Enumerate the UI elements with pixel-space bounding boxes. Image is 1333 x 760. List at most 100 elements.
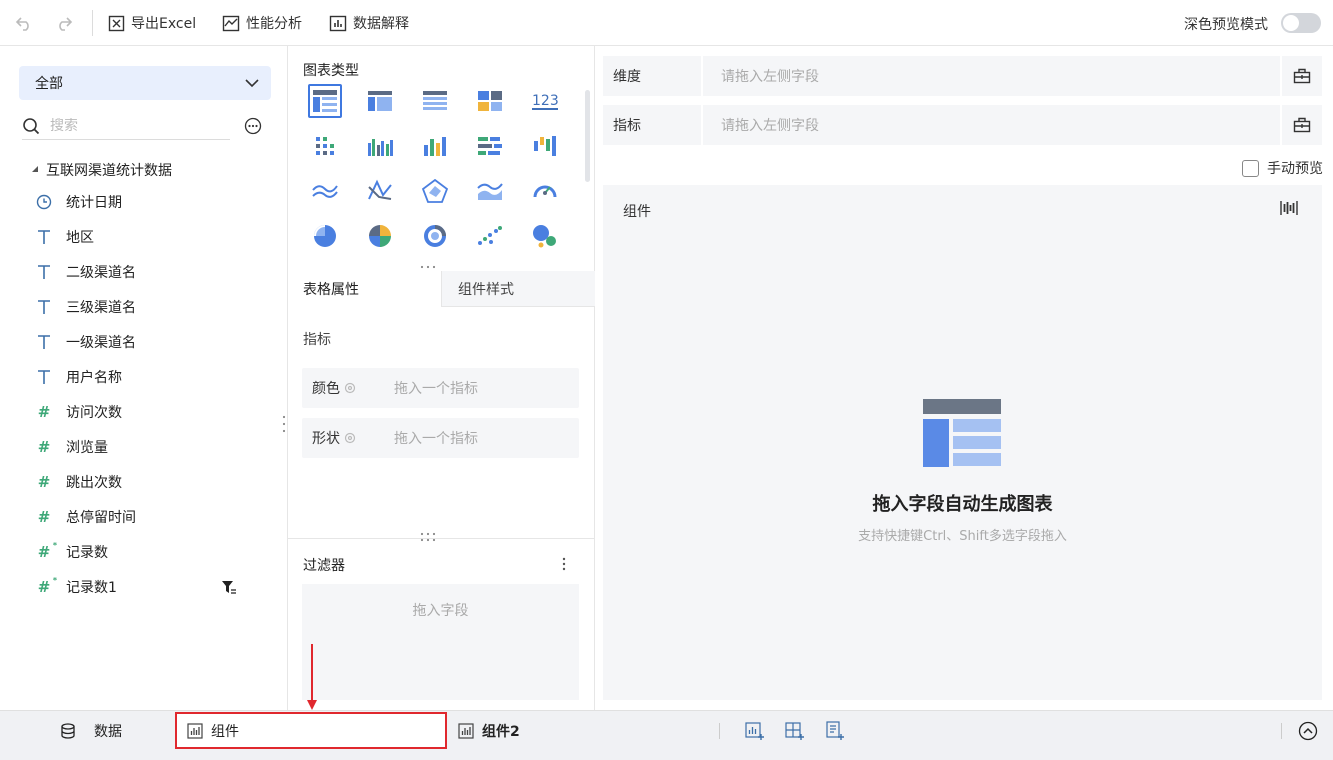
gear-icon[interactable] [344, 382, 356, 394]
data-panel: 全部 互联网渠道统计数据 统计日期 地区 二级渠道名 三级渠道名 一级渠道名 [0, 46, 291, 710]
checkbox-box[interactable] [1242, 159, 1259, 177]
pie-chart-icon[interactable] [308, 219, 342, 253]
toolbar-divider [92, 10, 93, 36]
filter-placeholder: 拖入字段 [412, 603, 469, 619]
manual-preview-checkbox[interactable]: 手动预览 [1242, 158, 1323, 178]
shape-label: 形状 [312, 431, 340, 447]
text-type-icon [36, 299, 52, 315]
bar-chart-icon[interactable] [418, 129, 452, 163]
tab-table-properties[interactable]: 表格属性 [288, 271, 441, 307]
table-node[interactable]: 互联网渠道统计数据 [32, 160, 172, 180]
field-item[interactable]: # * 记录数 [36, 534, 256, 569]
dimension-settings-button[interactable] [1282, 56, 1322, 96]
manual-preview-label: 手动预览 [1267, 161, 1323, 177]
resize-dots-icon[interactable] [419, 532, 437, 542]
text-type-icon [36, 229, 52, 245]
metric-label: 指标 [603, 105, 701, 145]
component-title: 组件 [623, 204, 651, 220]
clock-icon [36, 194, 52, 210]
bubble-chart-icon[interactable] [528, 219, 562, 253]
tab-component-style[interactable]: 组件样式 [441, 271, 595, 307]
table-chart-icon[interactable] [308, 84, 342, 118]
component2-tab[interactable]: 组件2 [458, 711, 520, 751]
field-name: 一级渠道名 [66, 334, 136, 351]
field-name: 地区 [66, 229, 94, 246]
grouped-bar-chart-icon[interactable] [363, 129, 397, 163]
performance-icon [222, 15, 240, 31]
redo-icon[interactable] [52, 11, 76, 35]
add-dashboard-icon[interactable] [785, 721, 805, 741]
more-options-icon[interactable] [244, 117, 262, 135]
multi-pie-chart-icon[interactable] [363, 219, 397, 253]
data-tab[interactable]: 数据 [60, 711, 122, 751]
detail-table-icon[interactable] [418, 84, 452, 118]
ring-chart-icon[interactable] [418, 219, 452, 253]
waterfall-chart-icon[interactable] [528, 129, 562, 163]
bottom-bar: 数据 组件 组件2 [0, 710, 1333, 760]
field-item[interactable]: # 访问次数 [36, 394, 256, 429]
number-type-icon: # [37, 402, 51, 421]
field-item[interactable]: 三级渠道名 [36, 289, 256, 324]
dataset-select[interactable]: 全部 [19, 66, 271, 100]
field-item[interactable]: # * 记录数1 [36, 569, 256, 604]
metric-drop-zone[interactable]: 请拖入左侧字段 [703, 105, 1280, 145]
grouped-table-icon[interactable] [473, 84, 507, 118]
barcode-icon[interactable] [1280, 199, 1298, 217]
dot-bar-chart-icon[interactable] [308, 129, 342, 163]
collapse-up-icon[interactable] [1298, 721, 1318, 741]
text-type-icon [36, 369, 52, 385]
text-type-icon [36, 264, 52, 280]
field-name: 三级渠道名 [66, 299, 136, 316]
data-explain-icon [329, 15, 347, 31]
horizontal-bar-chart-icon[interactable] [473, 129, 507, 163]
field-item[interactable]: 一级渠道名 [36, 324, 256, 359]
export-excel-button[interactable]: 导出Excel [108, 12, 196, 34]
undo-icon[interactable] [12, 11, 36, 35]
filter-drop-zone[interactable]: 拖入字段 [302, 584, 579, 700]
vertical-more-icon[interactable] [558, 556, 570, 572]
caret-down-icon [32, 166, 38, 172]
table-name: 互联网渠道统计数据 [46, 163, 172, 179]
empty-state-title: 拖入字段自动生成图表 [872, 494, 1053, 515]
metric-settings-button[interactable] [1282, 105, 1322, 145]
field-item[interactable]: 二级渠道名 [36, 254, 256, 289]
color-drop-zone[interactable]: 颜色 拖入一个指标 [302, 368, 579, 408]
area-chart-icon[interactable] [473, 174, 507, 208]
toggle-knob [1283, 15, 1299, 31]
field-item[interactable]: 统计日期 [36, 184, 256, 219]
field-item[interactable]: # 总停留时间 [36, 499, 256, 534]
field-item[interactable]: 地区 [36, 219, 256, 254]
annotation-arrow [307, 644, 317, 710]
performance-analysis-button[interactable]: 性能分析 [222, 12, 302, 34]
field-item[interactable]: 用户名称 [36, 359, 256, 394]
field-item[interactable]: # 跳出次数 [36, 464, 256, 499]
field-name: 跳出次数 [66, 474, 122, 491]
filter-icon[interactable] [220, 578, 238, 596]
add-component-icon[interactable] [745, 721, 765, 741]
chart-type-grid: 123 [308, 84, 568, 253]
filter-title: 过滤器 [303, 558, 345, 574]
shape-drop-zone[interactable]: 形状 拖入一个指标 [302, 418, 579, 458]
radar-line-icon[interactable] [363, 174, 397, 208]
field-name: 记录数1 [66, 579, 117, 596]
scatter-chart-icon[interactable] [473, 219, 507, 253]
pivot-table-icon[interactable] [363, 84, 397, 118]
component-tab[interactable]: 组件 [175, 712, 447, 749]
line-chart-icon[interactable] [308, 174, 342, 208]
number-card-icon[interactable]: 123 [528, 84, 562, 118]
dark-mode-toggle[interactable] [1281, 13, 1321, 33]
data-explain-button[interactable]: 数据解释 [329, 12, 409, 34]
chart-type-scrollbar[interactable] [585, 90, 590, 182]
search-input[interactable] [50, 117, 210, 134]
calculated-number-icon: # * [37, 540, 57, 561]
field-item[interactable]: # 浏览量 [36, 429, 256, 464]
toolbox-icon [1293, 68, 1311, 84]
component2-tab-label: 组件2 [482, 724, 520, 740]
dataset-select-value: 全部 [35, 76, 63, 92]
radar-chart-icon[interactable] [418, 174, 452, 208]
toolbox-icon [1293, 117, 1311, 133]
add-report-icon[interactable] [825, 721, 845, 741]
gear-icon[interactable] [344, 432, 356, 444]
gauge-chart-icon[interactable] [528, 174, 562, 208]
dimension-drop-zone[interactable]: 请拖入左侧字段 [703, 56, 1280, 96]
